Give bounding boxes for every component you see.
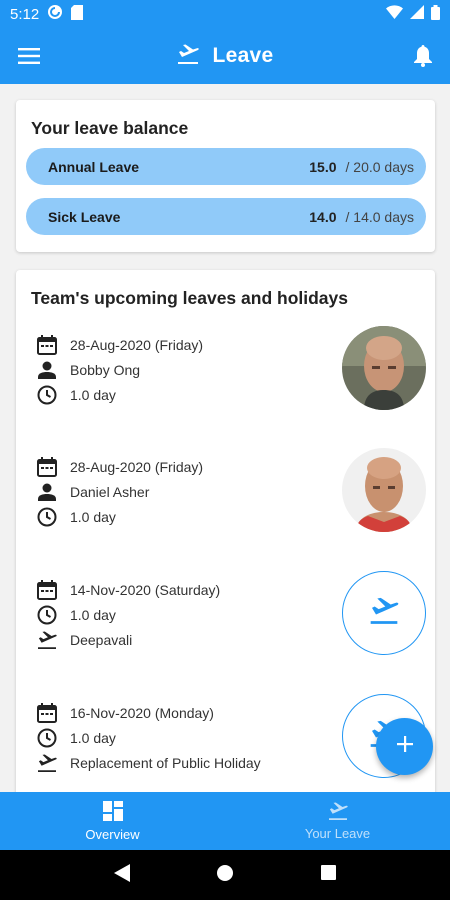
leave-date: 28-Aug-2020 (Friday) bbox=[70, 337, 204, 353]
team-leaves-title: Team's upcoming leaves and holidays bbox=[31, 288, 348, 308]
system-navigation-bar bbox=[0, 850, 450, 900]
calendar-icon bbox=[36, 334, 58, 356]
signal-icon bbox=[410, 5, 424, 23]
person-name: Daniel Asher bbox=[70, 484, 150, 500]
sync-icon bbox=[47, 4, 63, 24]
back-icon[interactable] bbox=[113, 863, 130, 887]
list-item[interactable]: 16-Nov-2020 (Monday) 1.0 day Replacement… bbox=[36, 694, 426, 790]
home-icon[interactable] bbox=[217, 864, 234, 886]
battery-icon bbox=[431, 4, 440, 24]
dashboard-icon bbox=[102, 800, 123, 824]
leave-type-label: Annual Leave bbox=[48, 158, 140, 175]
list-item[interactable]: 14-Nov-2020 (Saturday) 1.0 day Deepavali bbox=[36, 571, 426, 667]
calendar-icon bbox=[36, 702, 58, 724]
nav-overview[interactable]: Overview bbox=[0, 792, 225, 850]
airplane-icon bbox=[176, 44, 200, 69]
leave-duration: 1.0 day bbox=[70, 730, 116, 746]
list-item[interactable]: 28-Aug-2020 (Friday) Bobby Ong 1.0 day bbox=[36, 326, 426, 422]
clock-icon bbox=[36, 506, 58, 528]
team-leaves-card: Team's upcoming leaves and holidays 28-A… bbox=[16, 270, 435, 792]
recents-icon[interactable] bbox=[321, 865, 337, 885]
airplane-icon bbox=[327, 801, 349, 823]
leave-duration: 1.0 day bbox=[70, 509, 116, 525]
leave-balance-card: Your leave balance Annual Leave 15.0 / 2… bbox=[16, 100, 435, 252]
sd-card-icon bbox=[71, 4, 84, 24]
leave-duration: 1.0 day bbox=[70, 387, 116, 403]
plus-icon bbox=[396, 736, 413, 757]
status-time: 5:12 bbox=[10, 5, 40, 23]
person-name: Bobby Ong bbox=[70, 362, 141, 378]
add-leave-button[interactable] bbox=[376, 718, 433, 775]
airplane-icon bbox=[36, 629, 58, 651]
annual-leave-pill[interactable]: Annual Leave 15.0 / 20.0 days bbox=[26, 148, 426, 185]
holiday-name: Replacement of Public Holiday bbox=[70, 755, 261, 771]
app-bar: Leave bbox=[0, 28, 450, 84]
airplane-icon bbox=[368, 597, 400, 629]
nav-your-leave[interactable]: Your Leave bbox=[225, 792, 450, 850]
leave-date: 16-Nov-2020 (Monday) bbox=[70, 705, 214, 721]
leave-total-value: / 14.0 days bbox=[345, 208, 415, 225]
person-icon bbox=[36, 481, 58, 503]
status-bar: 5:12 bbox=[0, 0, 450, 28]
leave-total-value: / 20.0 days bbox=[345, 158, 415, 175]
calendar-icon bbox=[36, 579, 58, 601]
clock-icon bbox=[36, 384, 58, 406]
notification-bell-icon[interactable] bbox=[414, 45, 432, 67]
nav-overview-label: Overview bbox=[85, 826, 140, 842]
airplane-icon bbox=[36, 752, 58, 774]
clock-icon bbox=[36, 727, 58, 749]
leave-date: 14-Nov-2020 (Saturday) bbox=[70, 582, 221, 598]
avatar[interactable] bbox=[342, 448, 426, 532]
wifi-icon bbox=[386, 5, 403, 23]
sick-leave-pill[interactable]: Sick Leave 14.0 / 14.0 days bbox=[26, 198, 426, 235]
menu-icon[interactable] bbox=[18, 47, 40, 65]
list-item[interactable]: 28-Aug-2020 (Friday) Daniel Asher 1.0 da… bbox=[36, 448, 426, 544]
clock-icon bbox=[36, 604, 58, 626]
person-icon bbox=[36, 359, 58, 381]
calendar-icon bbox=[36, 456, 58, 478]
holiday-name: Deepavali bbox=[70, 632, 133, 648]
main-content[interactable]: Your leave balance Annual Leave 15.0 / 2… bbox=[0, 84, 450, 792]
leave-taken-value: 14.0 bbox=[309, 208, 337, 225]
avatar[interactable] bbox=[342, 326, 426, 410]
bottom-navigation: Overview Your Leave bbox=[0, 792, 450, 850]
leave-balance-title: Your leave balance bbox=[31, 118, 189, 138]
leave-taken-value: 15.0 bbox=[309, 158, 337, 175]
leave-duration: 1.0 day bbox=[70, 607, 116, 623]
nav-your-leave-label: Your Leave bbox=[304, 825, 371, 841]
holiday-avatar[interactable] bbox=[342, 571, 426, 655]
leave-type-label: Sick Leave bbox=[48, 208, 121, 225]
leave-date: 28-Aug-2020 (Friday) bbox=[70, 459, 204, 475]
page-title: Leave bbox=[212, 44, 274, 67]
